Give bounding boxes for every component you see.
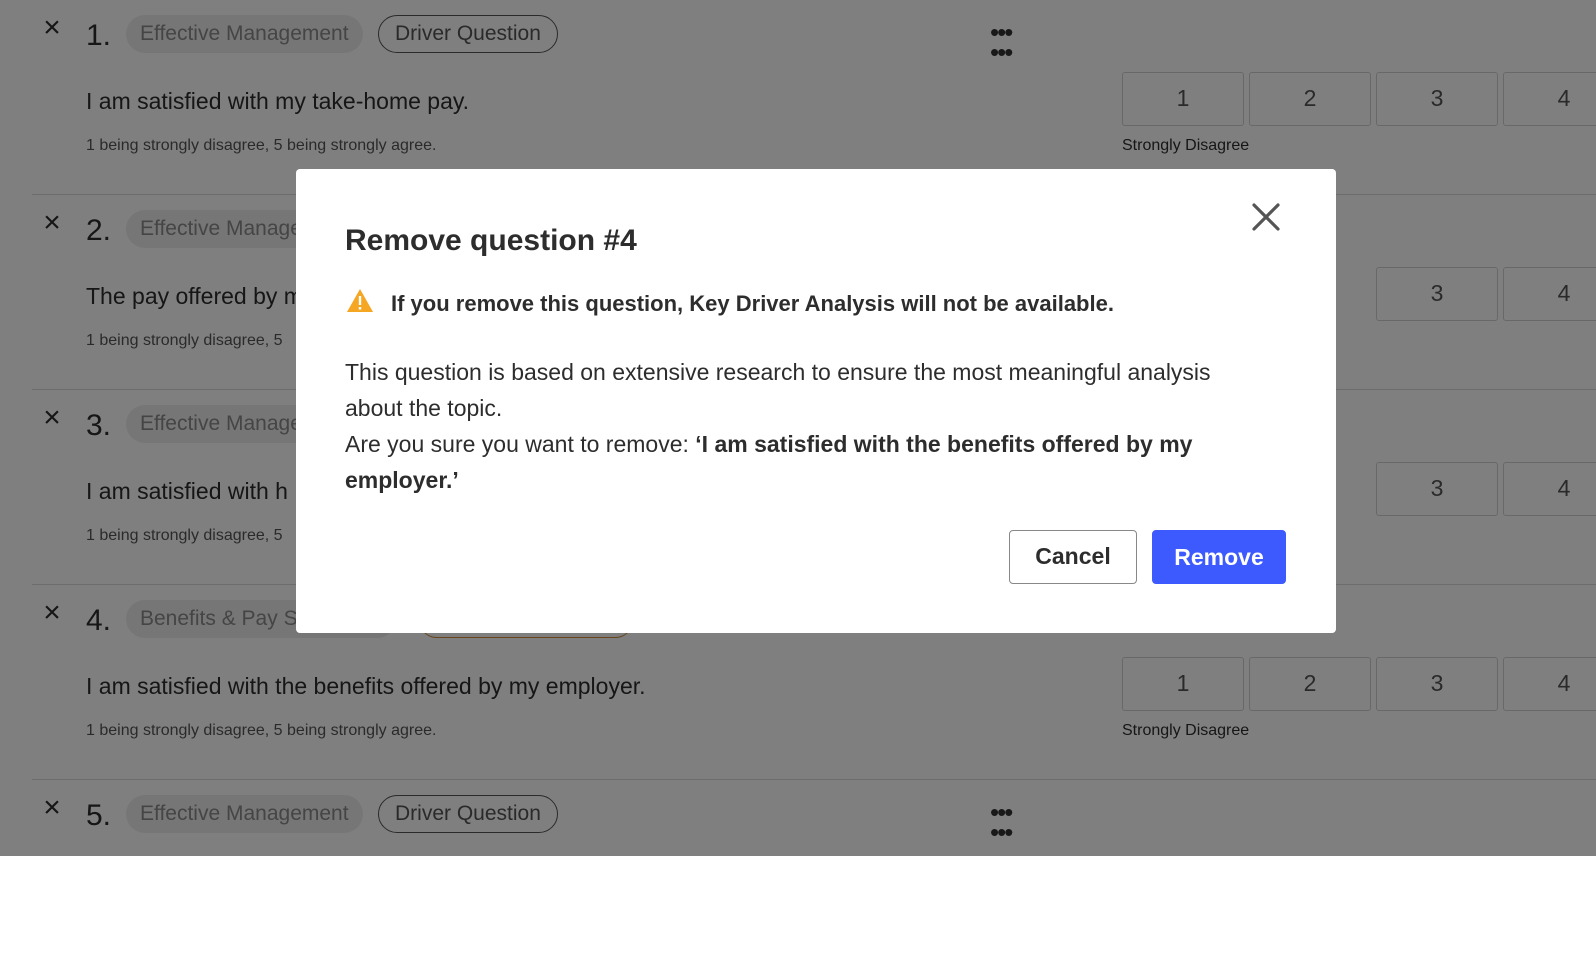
dialog-confirm-text: Are you sure you want to remove: ‘I am s… <box>345 426 1245 498</box>
close-icon[interactable] <box>1246 197 1286 237</box>
warning-icon <box>345 287 375 315</box>
remove-question-dialog: Remove question #4 If you remove this qu… <box>296 169 1336 633</box>
cancel-button[interactable]: Cancel <box>1009 530 1137 584</box>
confirm-prefix: Are you sure you want to remove: <box>345 431 696 457</box>
remove-button[interactable]: Remove <box>1152 530 1286 584</box>
dialog-title: Remove question #4 <box>345 224 637 257</box>
dialog-body: This question is based on extensive rese… <box>345 354 1245 498</box>
warning-text: If you remove this question, Key Driver … <box>391 291 1114 316</box>
dialog-description: This question is based on extensive rese… <box>345 359 1211 421</box>
